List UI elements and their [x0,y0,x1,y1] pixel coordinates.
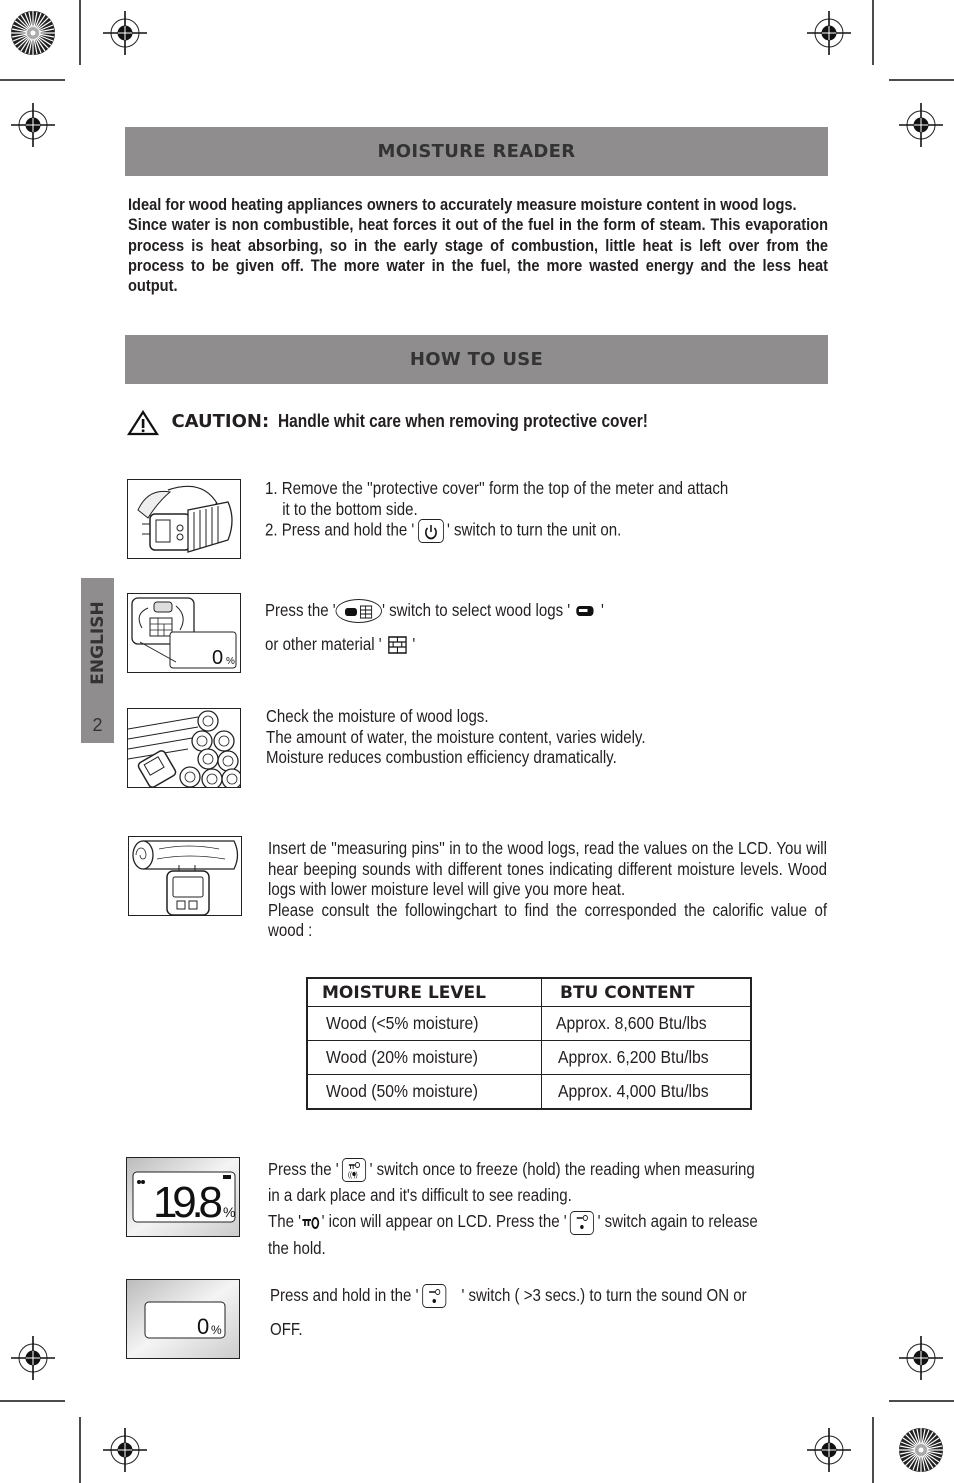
moisture-cell: Wood (<5% moisture) [306,1006,542,1041]
consult-paragraph: Please consult the followingchart to fin… [268,899,827,941]
figure-insert-pins [128,836,242,916]
table-row: Wood (<5% moisture) Approx. 8,600 Btu/lb… [306,1006,752,1041]
wood-log-icon [576,606,594,617]
hold-lcd-illustration: 19.8 % [127,1158,239,1236]
hold-sound-button-icon: (( )) [342,1158,367,1183]
material-line-1: Press the ' ' switch to select wood logs… [265,593,604,627]
section-header-how-to-use: HOW TO USE [125,335,828,384]
language-side-tab: ENGLISH 2 [81,578,114,743]
material-suffix: ' [600,600,604,620]
other-material-prefix: or other material ' [265,634,382,654]
section-header-moisture-reader: MOISTURE READER [125,127,828,176]
other-material-suffix: ' [412,634,416,654]
step-sound-text: Press and hold in the ' ' switch ( >3 sec… [270,1278,829,1346]
language-label: ENGLISH [88,601,108,685]
page-number: 2 [92,715,103,735]
step-2-line: 2. Press and hold the ' ' switch to turn… [265,519,728,543]
intro-paragraph: Ideal for wood heating appliances owners… [128,195,828,296]
hold-line-1: Press the '(( )) ' switch once to freeze … [268,1156,827,1183]
sound-line-1: Press and hold in the ' ' switch ( >3 sec… [270,1278,829,1312]
hold-line-4: the hold. [268,1237,326,1258]
mode-switch-icon [335,599,383,624]
lcd-reading: 0 [212,647,223,669]
brick-wall-icon [387,636,407,655]
power-button-icon [417,519,444,543]
hold-sound-button-icon [570,1210,595,1235]
caution-label: CAUTION: [171,411,270,433]
lcd-unit: % [211,1323,222,1337]
step-material-text: Press the ' ' switch to select wood logs… [265,593,604,661]
lcd-unit: % [223,1204,235,1220]
table-row: Wood (50% moisture) Approx. 4,000 Btu/lb… [306,1074,752,1110]
check-line-1: Check the moisture of wood logs. [266,706,489,726]
hold-sound-button-icon [421,1284,446,1309]
table-header-row: MOISTURE LEVEL BTU CONTENT [306,977,752,1007]
step-insert-text: Insert de ''measuring pins'' in to the w… [268,838,827,941]
header-moisture-level: MOISTURE LEVEL [306,977,542,1007]
table-row: Wood (20% moisture) Approx. 6,200 Btu/lb… [306,1040,752,1075]
moisture-cell: Wood (20% moisture) [306,1040,542,1075]
figure-material-select: 0 % [127,593,241,673]
svg-text:(( )): (( )) [348,1172,358,1180]
step-hold-text: Press the '(( )) ' switch once to freeze … [268,1156,827,1261]
wood-logs-illustration [128,710,240,787]
insert-pins-illustration [132,840,239,915]
material-prefix: Press the ' [265,600,336,620]
btu-table: MOISTURE LEVEL BTU CONTENT Wood (<5% moi… [306,977,752,1110]
insert-paragraph: Insert de ''measuring pins'' in to the w… [268,838,827,899]
lcd-reading: 19.8 [153,1178,223,1227]
step-1-text: 1. Remove the ''protective cover'' form … [265,478,728,543]
material-middle: ' switch to select wood logs ' [382,600,571,620]
btu-cell: Approx. 4,000 Btu/lbs [541,1074,752,1110]
figure-sound-lcd: 0 % [126,1279,240,1359]
figure-remove-cover [127,479,241,559]
hold-line-3: The ' ' icon will appear on LCD. Press th… [268,1208,827,1235]
intro-text: Ideal for wood heating appliances owners… [128,195,797,214]
btu-cell: Approx. 8,600 Btu/lbs [541,1006,752,1041]
step-2-suffix: ' switch to turn the unit on. [446,519,622,540]
step-1-line-2: it to the bottom side. [282,498,418,519]
material-line-2: or other material ' ' [265,627,604,661]
header-btu-content: BTU CONTENT [541,977,752,1007]
sound-line-2: OFF. [270,1319,303,1339]
figure-hold-lcd: 19.8 % [126,1157,240,1237]
caution-row: CAUTION: Handle whit care when removing … [126,409,708,436]
check-line-2: The amount of water, the moisture conten… [266,726,646,747]
sound-lcd-illustration: 0 % [127,1280,239,1358]
material-select-lcd-illustration: 0 % [131,597,237,669]
warning-icon [126,409,160,436]
lcd-unit: % [226,656,235,667]
btu-cell: Approx. 6,200 Btu/lbs [541,1040,752,1075]
check-line-3: Moisture reduces combustion efficiency d… [266,747,617,767]
lcd-reading: 0 [197,1314,209,1339]
hold-key-icon [302,1216,320,1229]
caution-text: Handle whit care when removing protectiv… [277,411,648,432]
hold-line-2: in a dark place and it's difficult to se… [268,1185,572,1206]
step-2-prefix: 2. Press and hold the ' [265,519,415,540]
meter-cover-illustration [137,485,233,553]
figure-wood-logs [127,708,241,788]
moisture-cell: Wood (50% moisture) [306,1074,542,1110]
step-check-text: Check the moisture of wood logs. The amo… [266,706,646,768]
step-1-line-1: 1. Remove the ''protective cover'' form … [265,478,729,498]
body-text: Since water is non combustible, heat for… [128,215,829,296]
